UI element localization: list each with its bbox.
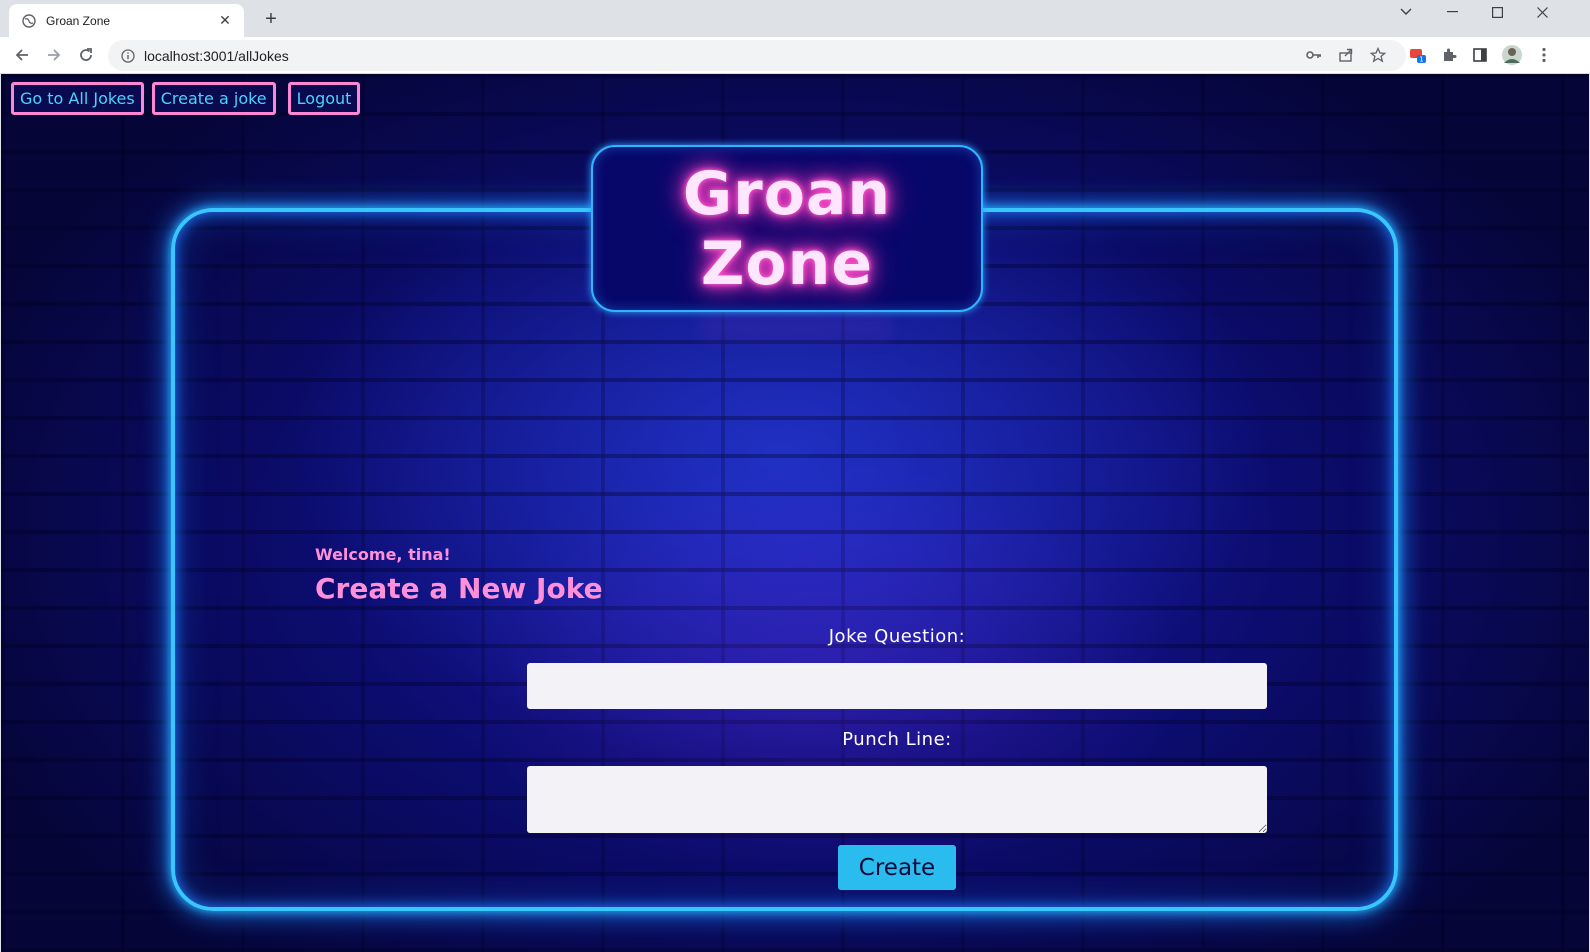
minimize-icon[interactable] (1432, 0, 1472, 24)
reload-icon[interactable] (74, 43, 98, 67)
share-icon[interactable] (1334, 43, 1358, 67)
tab-title: Groan Zone (46, 13, 111, 28)
site-info-icon[interactable] (120, 48, 136, 64)
logo-reflection (701, 311, 891, 341)
create-joke-nav-button[interactable]: Create a joke (151, 82, 276, 115)
groan-zone-logo: Groan Zone (591, 145, 983, 312)
browser-tab[interactable]: Groan Zone ✕ (9, 4, 244, 37)
tab-strip: Groan Zone ✕ + (0, 0, 1590, 37)
create-button[interactable]: Create (838, 845, 956, 890)
back-icon[interactable] (10, 43, 34, 67)
punch-line-textarea[interactable] (527, 766, 1267, 833)
tab-search-icon[interactable] (1386, 0, 1426, 24)
joke-question-label: Joke Question: (828, 626, 966, 647)
joke-question-input[interactable] (527, 663, 1267, 709)
logo-line-2: Zone (700, 228, 874, 299)
bookmark-star-icon[interactable] (1366, 43, 1390, 67)
logo-line-1: Groan (682, 158, 892, 229)
browser-toolbar: localhost:3001/allJokes 1 (0, 37, 1590, 74)
forward-icon[interactable] (42, 43, 66, 67)
profile-avatar[interactable] (1500, 43, 1524, 67)
top-nav: Go to All Jokes Create a joke Logout (11, 82, 361, 115)
side-panel-icon[interactable] (1468, 43, 1492, 67)
globe-icon (21, 13, 37, 29)
extension-badge-count: 1 (1419, 56, 1423, 64)
puzzle-extensions-icon[interactable] (1437, 43, 1461, 67)
all-jokes-button[interactable]: Go to All Jokes (11, 82, 144, 115)
welcome-message: Welcome, tina! (315, 545, 451, 564)
window-close-icon[interactable] (1522, 0, 1562, 24)
page-title: Create a New Joke (315, 572, 603, 605)
key-icon[interactable] (1302, 43, 1326, 67)
new-tab-button[interactable]: + (258, 8, 284, 32)
extension-badge-icon[interactable]: 1 (1406, 43, 1430, 67)
logout-button[interactable]: Logout (287, 82, 361, 115)
address-bar[interactable]: localhost:3001/allJokes (108, 40, 1406, 71)
menu-kebab-icon[interactable] (1532, 43, 1556, 67)
url-text: localhost:3001/allJokes (144, 47, 289, 64)
page-viewport: Go to All Jokes Create a joke Logout Gro… (1, 74, 1589, 952)
punch-line-label: Punch Line: (842, 729, 952, 750)
close-tab-icon[interactable]: ✕ (216, 13, 234, 29)
maximize-icon[interactable] (1477, 0, 1517, 24)
